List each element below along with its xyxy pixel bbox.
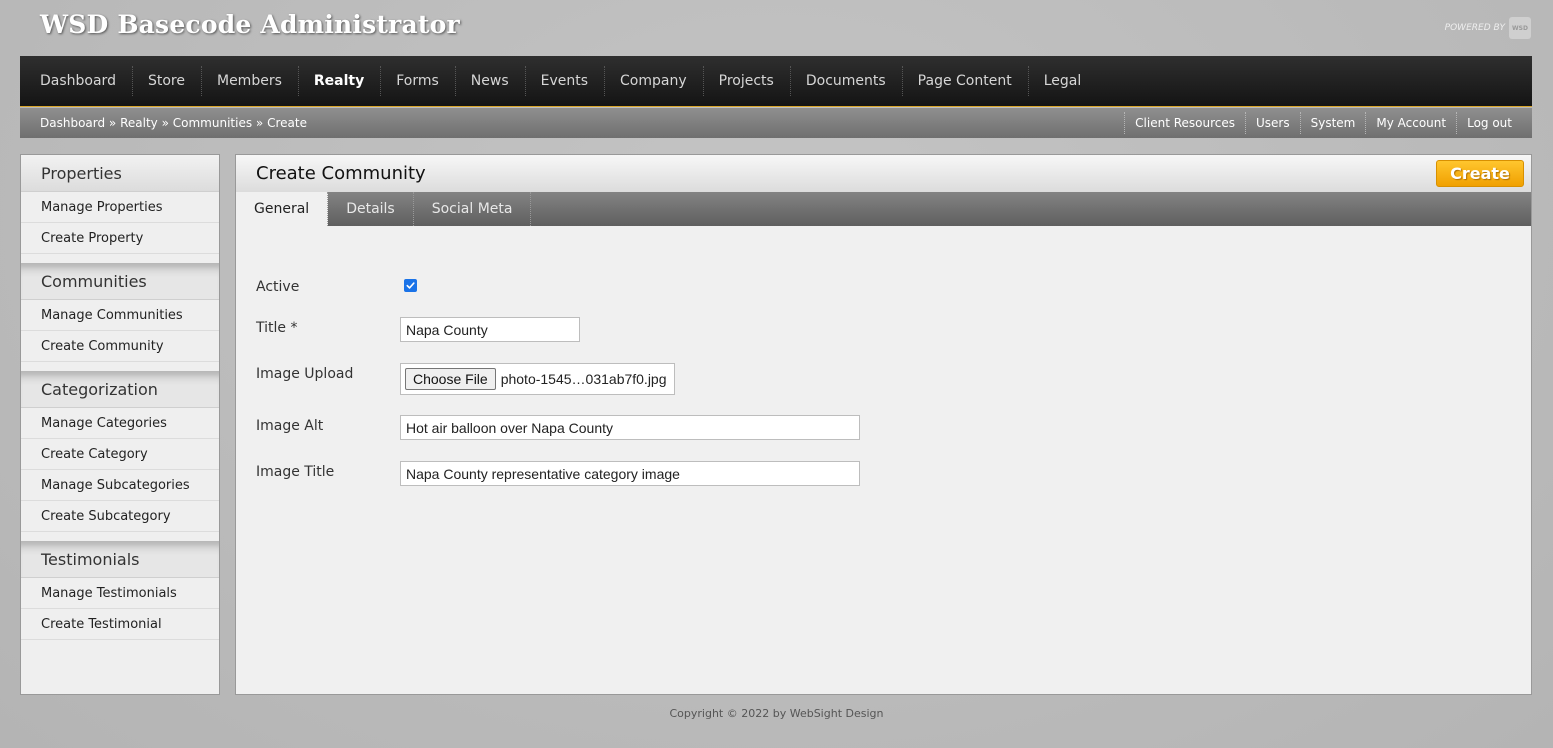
nav-projects[interactable]: Projects bbox=[702, 56, 790, 106]
breadcrumb-separator: » bbox=[105, 116, 121, 130]
sidebar-link-create-category[interactable]: Create Category bbox=[21, 439, 219, 470]
sidebar-heading-properties: Properties bbox=[21, 155, 219, 192]
tab-details[interactable]: Details bbox=[328, 192, 414, 226]
nav-documents[interactable]: Documents bbox=[789, 56, 902, 106]
page-title: Create Community bbox=[256, 163, 426, 184]
util-users[interactable]: Users bbox=[1245, 112, 1300, 134]
image-alt-label: Image Alt bbox=[256, 418, 324, 434]
tab-social-meta[interactable]: Social Meta bbox=[414, 192, 532, 226]
sidebar-link-create-subcategory[interactable]: Create Subcategory bbox=[21, 501, 219, 532]
powered-by-text: POWERED BY bbox=[1444, 23, 1505, 33]
image-alt-input[interactable] bbox=[400, 415, 860, 440]
nav-events[interactable]: Events bbox=[524, 56, 604, 106]
wsd-logo-icon: WSD bbox=[1509, 17, 1531, 39]
tab-general[interactable]: General bbox=[236, 192, 329, 226]
sidebar-link-manage-communities[interactable]: Manage Communities bbox=[21, 300, 219, 331]
nav-realty[interactable]: Realty bbox=[297, 56, 380, 106]
sidebar: Properties Manage Properties Create Prop… bbox=[20, 154, 220, 695]
sidebar-heading-communities: Communities bbox=[21, 263, 219, 300]
image-upload-label: Image Upload bbox=[256, 366, 354, 382]
util-log-out[interactable]: Log out bbox=[1456, 112, 1522, 134]
sidebar-link-create-testimonial[interactable]: Create Testimonial bbox=[21, 609, 219, 640]
util-my-account[interactable]: My Account bbox=[1365, 112, 1456, 134]
sidebar-link-create-community[interactable]: Create Community bbox=[21, 331, 219, 362]
title-input[interactable] bbox=[400, 317, 580, 342]
breadcrumb: Dashboard » Realty » Communities » Creat… bbox=[40, 116, 307, 130]
sidebar-link-manage-categories[interactable]: Manage Categories bbox=[21, 408, 219, 439]
sidebar-link-create-property[interactable]: Create Property bbox=[21, 223, 219, 254]
sidebar-heading-categorization: Categorization bbox=[21, 371, 219, 408]
nav-legal[interactable]: Legal bbox=[1027, 56, 1098, 106]
sidebar-link-manage-testimonials[interactable]: Manage Testimonials bbox=[21, 578, 219, 609]
nav-news[interactable]: News bbox=[454, 56, 525, 106]
breadcrumb-separator: » bbox=[252, 116, 268, 130]
breadcrumb-create[interactable]: Create bbox=[267, 116, 307, 130]
site-title: WSD Basecode Administrator bbox=[40, 10, 460, 39]
checkmark-icon bbox=[406, 282, 415, 289]
footer-copyright: Copyright © 2022 by WebSight Design bbox=[669, 707, 884, 720]
breadcrumb-communities[interactable]: Communities bbox=[173, 116, 252, 130]
image-title-label: Image Title bbox=[256, 464, 335, 480]
active-label: Active bbox=[256, 279, 300, 295]
selected-file-name: photo-1545…031ab7f0.jpg bbox=[500, 371, 667, 387]
util-system[interactable]: System bbox=[1299, 112, 1366, 134]
tab-bar: General Details Social Meta bbox=[236, 192, 1531, 226]
nav-store[interactable]: Store bbox=[131, 56, 201, 106]
choose-file-button[interactable]: Choose File bbox=[405, 368, 496, 390]
sidebar-link-manage-subcategories[interactable]: Manage Subcategories bbox=[21, 470, 219, 501]
nav-company[interactable]: Company bbox=[604, 56, 703, 106]
breadcrumb-separator: » bbox=[157, 116, 173, 130]
nav-page-content[interactable]: Page Content bbox=[901, 56, 1028, 106]
content-header: Create Community Create bbox=[236, 155, 1531, 192]
breadcrumb-dashboard[interactable]: Dashboard bbox=[40, 116, 105, 130]
nav-members[interactable]: Members bbox=[200, 56, 298, 106]
image-title-input[interactable] bbox=[400, 461, 860, 486]
image-upload-field[interactable]: Choose File photo-1545…031ab7f0.jpg bbox=[400, 363, 675, 395]
nav-forms[interactable]: Forms bbox=[380, 56, 455, 106]
create-button[interactable]: Create bbox=[1436, 160, 1524, 187]
content-panel: Create Community Create General Details … bbox=[235, 154, 1532, 695]
main-nav: Dashboard Store Members Realty Forms New… bbox=[20, 56, 1532, 107]
sidebar-heading-testimonials: Testimonials bbox=[21, 541, 219, 578]
nav-dashboard[interactable]: Dashboard bbox=[24, 56, 132, 106]
powered-by: POWERED BY WSD bbox=[1445, 17, 1531, 39]
utility-nav: Client Resources Users System My Account… bbox=[1124, 112, 1522, 134]
util-client-resources[interactable]: Client Resources bbox=[1124, 112, 1245, 134]
sidebar-link-manage-properties[interactable]: Manage Properties bbox=[21, 192, 219, 223]
breadcrumb-realty[interactable]: Realty bbox=[120, 116, 158, 130]
sub-bar: Dashboard » Realty » Communities » Creat… bbox=[20, 108, 1532, 138]
active-checkbox[interactable] bbox=[404, 279, 417, 292]
title-label: Title * bbox=[256, 320, 298, 336]
